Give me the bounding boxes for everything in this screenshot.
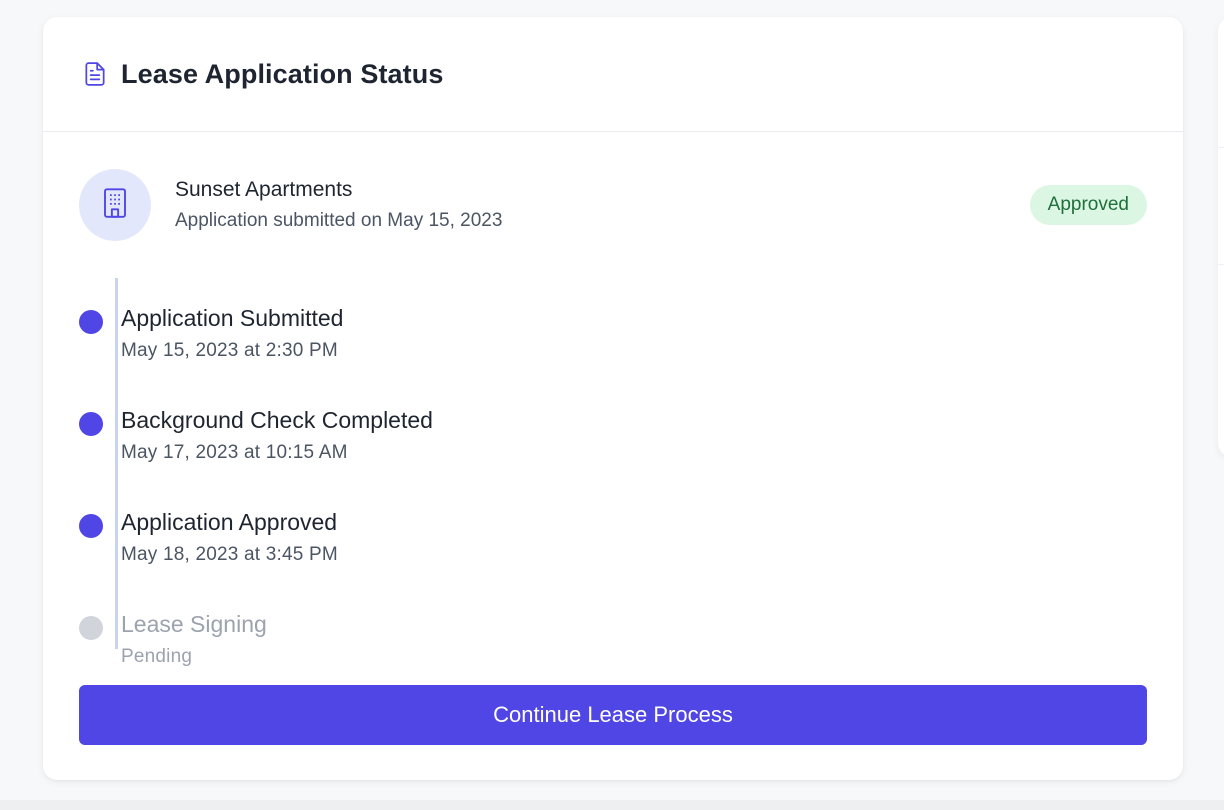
timeline-item-application-approved: Application Approved May 18, 2023 at 3:4…: [79, 504, 879, 574]
timeline-item-date: May 15, 2023 at 2:30 PM: [121, 340, 338, 361]
timeline-item-date: May 18, 2023 at 3:45 PM: [121, 544, 338, 565]
timeline-item-date: May 17, 2023 at 10:15 AM: [121, 442, 348, 463]
completed-dot-icon: [79, 514, 103, 538]
property-name: Sunset Apartments: [175, 178, 353, 201]
property-summary: Sunset Apartments Application submitted …: [79, 169, 1147, 241]
divider: [1218, 147, 1224, 148]
completed-dot-icon: [79, 310, 103, 334]
property-avatar: [79, 169, 151, 241]
status-timeline: Application Submitted May 15, 2023 at 2:…: [79, 276, 979, 667]
status-badge: Approved: [1029, 185, 1147, 225]
timeline-item-title: Application Approved: [121, 509, 338, 535]
submission-date: Application submitted on May 15, 2023: [175, 210, 503, 231]
timeline-item-background-check: Background Check Completed May 17, 2023 …: [79, 402, 879, 472]
page-title: Lease Application Status: [121, 58, 444, 89]
completed-dot-icon: [79, 412, 103, 436]
card-header: Lease Application Status: [43, 17, 1183, 132]
timeline-item-title: Application Submitted: [121, 305, 344, 331]
building-icon: [100, 186, 130, 225]
timeline-item-title: Background Check Completed: [121, 407, 433, 433]
lease-status-card: Lease Application Status Sunset Apartmen…: [43, 17, 1183, 780]
timeline-item-date: Pending: [121, 646, 193, 667]
property-info: Sunset Apartments Application submitted …: [175, 178, 1030, 232]
continue-lease-button[interactable]: Continue Lease Process: [79, 685, 1147, 745]
divider: [1218, 264, 1224, 265]
pending-dot-icon: [79, 616, 103, 640]
document-icon: [81, 60, 109, 88]
page-footer-strip: [0, 800, 1224, 810]
timeline-item-lease-signing: Lease Signing Pending: [79, 606, 879, 676]
adjacent-card: [1218, 17, 1224, 457]
timeline-item-title: Lease Signing: [121, 611, 267, 637]
timeline-item-application-submitted: Application Submitted May 15, 2023 at 2:…: [79, 300, 879, 370]
